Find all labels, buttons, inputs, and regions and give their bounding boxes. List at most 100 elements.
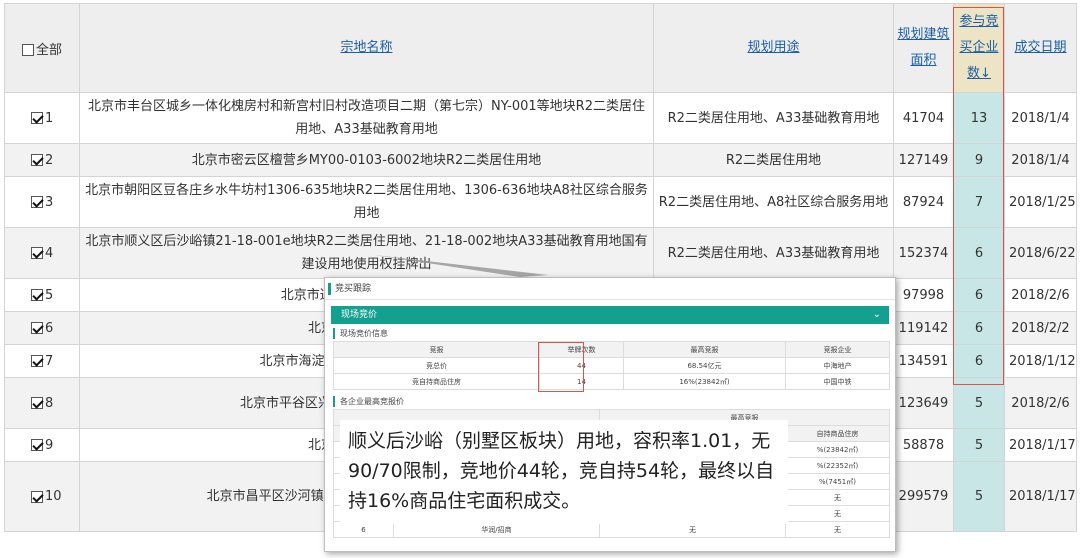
overlay-subtitle-2: 各企业最高竞报价	[333, 396, 887, 407]
bidding-summary-row: 竞自持商品住房 14 16%(23842㎡) 中国中铁	[333, 373, 890, 390]
deal-date-cell: 2018/1/4	[1004, 143, 1077, 177]
bidder-count-cell: 9	[953, 143, 1005, 177]
floor-area-cell: 97998	[893, 278, 954, 312]
bidder-count-cell: 6	[953, 227, 1005, 279]
bidder-count-cell: 6	[953, 278, 1005, 312]
bidding-summary-row: 竞总价 44 68.54亿元 中海地产	[333, 357, 890, 374]
floor-area-cell: 41704	[893, 92, 954, 144]
row-select-cell[interactable]: 9	[4, 428, 80, 462]
floor-area-cell: 123649	[893, 377, 954, 429]
row-select-cell[interactable]: 3	[4, 176, 80, 228]
row-checkbox[interactable]	[31, 196, 43, 208]
land-use-cell: R2二类居住用地、A8社区综合服务用地	[653, 176, 894, 228]
bidding-summary-head-cell: 最高竞报	[623, 341, 786, 358]
bidding-summary-head-cell: 举牌次数	[539, 341, 624, 358]
land-name-cell: 北京市朝阳区豆各庄乡水牛坊村1306-635地块R2二类居住用地、1306-63…	[79, 176, 654, 228]
column-header-area[interactable]: 规划建筑 面积	[893, 3, 954, 93]
table-row[interactable]: 2 北京市密云区檀营乡MY00-0103-6002地块R2二类居住用地 R2二类居住…	[4, 143, 1077, 177]
row-checkbox[interactable]	[31, 397, 43, 409]
row-checkbox[interactable]	[31, 490, 43, 503]
bidding-summary-cell: 68.54亿元	[623, 357, 786, 374]
bidder-count-cell: 5	[953, 428, 1005, 462]
overlay-title: 竞买跟踪	[325, 278, 895, 300]
bidding-summary-cell: 44	[539, 357, 624, 374]
row-select-cell[interactable]: 2	[4, 143, 80, 177]
row-checkbox[interactable]	[31, 247, 43, 259]
bidder-count-cell: 6	[953, 344, 1005, 378]
row-index: 1	[45, 110, 54, 126]
land-name-cell: 北京市密云区檀营乡MY00-0103-6002地块R2二类居住用地	[79, 143, 654, 177]
row-index: 10	[45, 489, 62, 504]
sort-by-use-link[interactable]: 规划用途	[747, 40, 799, 55]
select-all-header[interactable]: 全部	[4, 3, 80, 93]
row-select-cell[interactable]: 6	[4, 311, 80, 345]
row-index: 5	[45, 287, 54, 303]
company-bids-cell: 无	[785, 489, 890, 506]
bidding-summary-cell: 16%(23842㎡)	[623, 373, 786, 390]
select-all-label: 全部	[35, 42, 62, 58]
table-row[interactable]: 4 北京市顺义区后沙峪镇21-18-001e地块R2二类居住用地、21-18-00…	[4, 227, 1077, 279]
land-use-cell: R2二类居住用地、A33基础教育用地	[653, 92, 894, 144]
live-bidding-bar[interactable]: 现场竞价 ⌄	[331, 306, 889, 324]
count-header-line2: 买企业	[959, 40, 999, 55]
row-select-cell[interactable]: 4	[4, 227, 80, 279]
select-all-checkbox[interactable]	[21, 44, 34, 56]
sort-by-date-link[interactable]: 成交日期	[1014, 40, 1066, 55]
area-header-line2: 面积	[910, 53, 937, 68]
table-row[interactable]: 1 北京市丰台区城乡一体化槐房村和新宫村旧村改造项目二期（第七宗）NY-001等地…	[4, 92, 1077, 144]
bidding-summary-table: 竞报 举牌次数 最高竞报 竞报企业 竞总价 44 68.54亿元 中海地产 竞自持商品住房 14…	[333, 341, 890, 390]
row-checkbox[interactable]	[31, 439, 43, 451]
row-index: 9	[45, 437, 54, 453]
company-bids-cell: 无	[785, 505, 890, 522]
row-checkbox[interactable]	[31, 154, 43, 166]
row-checkbox[interactable]	[31, 289, 43, 301]
floor-area-cell: 299579	[893, 461, 954, 532]
live-bidding-label: 现场竞价	[341, 310, 378, 320]
row-checkbox[interactable]	[31, 322, 43, 334]
column-header-count[interactable]: 参与竞 买企业 数↓	[953, 3, 1005, 93]
deal-date-cell: 2018/1/12	[1004, 344, 1077, 378]
row-index: 4	[45, 245, 54, 261]
row-select-cell[interactable]: 5	[4, 278, 80, 312]
deal-date-cell: 2018/6/22	[1004, 227, 1077, 279]
bidder-count-cell: 6	[953, 311, 1005, 345]
column-header-date[interactable]: 成交日期	[1004, 3, 1077, 93]
overlay-subtitle-1: 现场竞价信息	[333, 328, 887, 339]
deal-date-cell: 2018/1/17	[1004, 461, 1077, 532]
bidder-count-cell: 7	[953, 176, 1005, 228]
row-select-cell[interactable]: 8	[4, 377, 80, 429]
company-bids-cell: %(22352㎡)	[785, 457, 890, 474]
sort-by-area-link[interactable]: 规划建筑 面积	[897, 27, 949, 68]
chevron-down-icon[interactable]: ⌄	[873, 306, 881, 324]
row-select-cell[interactable]: 1	[4, 92, 80, 144]
floor-area-cell: 58878	[893, 428, 954, 462]
row-select-cell[interactable]: 10	[4, 461, 80, 532]
bidding-summary-head-cell: 竞报企业	[785, 341, 890, 358]
sort-by-count-link[interactable]: 参与竞 买企业 数↓	[959, 14, 998, 81]
area-header-line1: 规划建筑	[897, 27, 950, 42]
company-bids-cell: %(7451㎡)	[785, 473, 890, 490]
floor-area-cell: 87924	[893, 176, 954, 228]
deal-date-cell: 2018/2/6	[1004, 278, 1077, 312]
deal-date-cell: 2018/1/17	[1004, 428, 1077, 462]
row-index: 6	[45, 320, 54, 336]
floor-area-cell: 119142	[893, 311, 954, 345]
floor-area-cell: 152374	[893, 227, 954, 279]
count-header-line1: 参与竞	[959, 14, 999, 29]
deal-date-cell: 2018/1/25	[1004, 176, 1077, 228]
bidding-summary-cell: 中海地产	[785, 357, 890, 374]
row-select-cell[interactable]: 7	[4, 344, 80, 378]
row-checkbox[interactable]	[31, 355, 43, 367]
row-index: 7	[45, 353, 54, 369]
column-header-name[interactable]: 宗地名称	[79, 3, 654, 93]
table-row[interactable]: 3 北京市朝阳区豆各庄乡水牛坊村1306-635地块R2二类居住用地、1306-6…	[4, 176, 1077, 228]
sort-by-name-link[interactable]: 宗地名称	[340, 40, 392, 55]
bidder-count-cell: 5	[953, 461, 1005, 532]
floor-area-cell: 134591	[893, 344, 954, 378]
row-checkbox[interactable]	[31, 112, 43, 124]
land-use-cell: R2二类居住用地、A33基础教育用地	[653, 227, 894, 279]
land-name-cell: 北京市丰台区城乡一体化槐房村和新宫村旧村改造项目二期（第七宗）NY-001等地块…	[79, 92, 654, 144]
land-name-cell: 北京市顺义区后沙峪镇21-18-001e地块R2二类居住用地、21-18-002…	[79, 227, 654, 279]
column-header-use[interactable]: 规划用途	[653, 3, 894, 93]
annotation-callout: 顺义后沙峪（别墅区板块）用地，容积率1.01，无90/70限制，竞地价44轮，竞…	[340, 420, 788, 524]
